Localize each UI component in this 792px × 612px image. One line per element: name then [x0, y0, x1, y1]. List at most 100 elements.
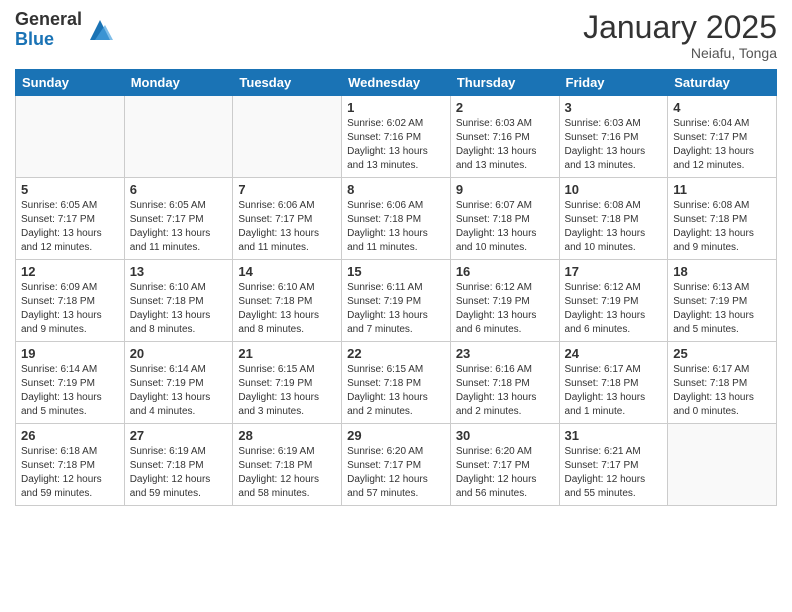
- day-info: Sunrise: 6:15 AM Sunset: 7:18 PM Dayligh…: [347, 363, 445, 419]
- day-number: 19: [21, 346, 119, 361]
- day-info: Sunrise: 6:17 AM Sunset: 7:18 PM Dayligh…: [565, 363, 663, 419]
- subtitle: Neiafu, Tonga: [583, 45, 777, 61]
- day-number: 30: [456, 428, 554, 443]
- calendar-week-3: 12 Sunrise: 6:09 AM Sunset: 7:18 PM Dayli…: [16, 260, 777, 342]
- calendar-cell: 31Sunrise: 6:21 AM Sunset: 7:17 PM Dayli…: [559, 424, 668, 506]
- calendar-cell: 26 Sunrise: 6:18 AM Sunset: 7:18 PM Dayli…: [16, 424, 125, 506]
- day-info: Sunrise: 6:04 AM Sunset: 7:17 PM Dayligh…: [673, 117, 771, 173]
- calendar-table: Sunday Monday Tuesday Wednesday Thursday…: [15, 69, 777, 506]
- day-number: 7: [238, 182, 336, 197]
- calendar-week-5: 26 Sunrise: 6:18 AM Sunset: 7:18 PM Dayli…: [16, 424, 777, 506]
- calendar-cell: 7Sunrise: 6:06 AM Sunset: 7:17 PM Daylig…: [233, 178, 342, 260]
- day-info: Sunrise: 6:06 AM Sunset: 7:18 PM Dayligh…: [347, 199, 445, 255]
- logo: General Blue: [15, 10, 115, 50]
- day-info: Sunrise: 6:12 AM Sunset: 7:19 PM Dayligh…: [565, 281, 663, 337]
- day-info: Sunrise: 6:14 AM Sunset: 7:19 PM Dayligh…: [21, 363, 119, 419]
- day-number: 14: [238, 264, 336, 279]
- col-sunday: Sunday: [16, 70, 125, 96]
- calendar-cell: 1 Sunrise: 6:02 AM Sunset: 7:16 PM Daylig…: [342, 96, 451, 178]
- day-number: 1: [347, 100, 445, 115]
- day-info: Sunrise: 6:03 AM Sunset: 7:16 PM Dayligh…: [456, 117, 554, 173]
- day-number: 20: [130, 346, 228, 361]
- calendar-cell: 28 Sunrise: 6:19 AM Sunset: 7:18 PM Dayli…: [233, 424, 342, 506]
- calendar-cell: 4Sunrise: 6:04 AM Sunset: 7:17 PM Daylig…: [668, 96, 777, 178]
- day-info: Sunrise: 6:05 AM Sunset: 7:17 PM Dayligh…: [21, 199, 119, 255]
- calendar-cell: 19 Sunrise: 6:14 AM Sunset: 7:19 PM Dayli…: [16, 342, 125, 424]
- calendar-cell: 3 Sunrise: 6:03 AM Sunset: 7:16 PM Daylig…: [559, 96, 668, 178]
- day-number: 26: [21, 428, 119, 443]
- calendar-header-row: Sunday Monday Tuesday Wednesday Thursday…: [16, 70, 777, 96]
- calendar-cell: 17 Sunrise: 6:12 AM Sunset: 7:19 PM Dayli…: [559, 260, 668, 342]
- calendar-cell: 5Sunrise: 6:05 AM Sunset: 7:17 PM Daylig…: [16, 178, 125, 260]
- day-number: 6: [130, 182, 228, 197]
- calendar-cell: [233, 96, 342, 178]
- calendar-cell: 12 Sunrise: 6:09 AM Sunset: 7:18 PM Dayli…: [16, 260, 125, 342]
- day-number: 9: [456, 182, 554, 197]
- calendar-cell: 8Sunrise: 6:06 AM Sunset: 7:18 PM Daylig…: [342, 178, 451, 260]
- day-info: Sunrise: 6:05 AM Sunset: 7:17 PM Dayligh…: [130, 199, 228, 255]
- day-number: 18: [673, 264, 771, 279]
- calendar-week-2: 5Sunrise: 6:05 AM Sunset: 7:17 PM Daylig…: [16, 178, 777, 260]
- day-number: 21: [238, 346, 336, 361]
- day-number: 15: [347, 264, 445, 279]
- calendar-week-1: 1 Sunrise: 6:02 AM Sunset: 7:16 PM Daylig…: [16, 96, 777, 178]
- day-info: Sunrise: 6:15 AM Sunset: 7:19 PM Dayligh…: [238, 363, 336, 419]
- calendar-cell: [16, 96, 125, 178]
- day-number: 3: [565, 100, 663, 115]
- calendar-cell: 11Sunrise: 6:08 AM Sunset: 7:18 PM Dayli…: [668, 178, 777, 260]
- calendar-cell: 13Sunrise: 6:10 AM Sunset: 7:18 PM Dayli…: [124, 260, 233, 342]
- col-tuesday: Tuesday: [233, 70, 342, 96]
- calendar-cell: 24Sunrise: 6:17 AM Sunset: 7:18 PM Dayli…: [559, 342, 668, 424]
- day-info: Sunrise: 6:08 AM Sunset: 7:18 PM Dayligh…: [565, 199, 663, 255]
- day-number: 31: [565, 428, 663, 443]
- page-container: General Blue January 2025 Neiafu, Tonga …: [0, 0, 792, 612]
- calendar-cell: 22 Sunrise: 6:15 AM Sunset: 7:18 PM Dayli…: [342, 342, 451, 424]
- calendar-cell: 23Sunrise: 6:16 AM Sunset: 7:18 PM Dayli…: [450, 342, 559, 424]
- day-info: Sunrise: 6:10 AM Sunset: 7:18 PM Dayligh…: [238, 281, 336, 337]
- month-title: January 2025: [583, 10, 777, 45]
- day-info: Sunrise: 6:12 AM Sunset: 7:19 PM Dayligh…: [456, 281, 554, 337]
- calendar-cell: 30Sunrise: 6:20 AM Sunset: 7:17 PM Dayli…: [450, 424, 559, 506]
- day-number: 16: [456, 264, 554, 279]
- col-friday: Friday: [559, 70, 668, 96]
- calendar-cell: 2 Sunrise: 6:03 AM Sunset: 7:16 PM Daylig…: [450, 96, 559, 178]
- day-number: 28: [238, 428, 336, 443]
- logo-text: General Blue: [15, 10, 82, 50]
- calendar-cell: 21 Sunrise: 6:15 AM Sunset: 7:19 PM Dayli…: [233, 342, 342, 424]
- day-info: Sunrise: 6:14 AM Sunset: 7:19 PM Dayligh…: [130, 363, 228, 419]
- calendar-cell: 14 Sunrise: 6:10 AM Sunset: 7:18 PM Dayli…: [233, 260, 342, 342]
- day-info: Sunrise: 6:19 AM Sunset: 7:18 PM Dayligh…: [238, 445, 336, 501]
- day-number: 29: [347, 428, 445, 443]
- calendar-cell: 10 Sunrise: 6:08 AM Sunset: 7:18 PM Dayli…: [559, 178, 668, 260]
- day-number: 23: [456, 346, 554, 361]
- calendar-cell: [668, 424, 777, 506]
- day-info: Sunrise: 6:13 AM Sunset: 7:19 PM Dayligh…: [673, 281, 771, 337]
- calendar-cell: 25 Sunrise: 6:17 AM Sunset: 7:18 PM Dayli…: [668, 342, 777, 424]
- day-info: Sunrise: 6:02 AM Sunset: 7:16 PM Dayligh…: [347, 117, 445, 173]
- calendar-cell: 9 Sunrise: 6:07 AM Sunset: 7:18 PM Daylig…: [450, 178, 559, 260]
- day-info: Sunrise: 6:09 AM Sunset: 7:18 PM Dayligh…: [21, 281, 119, 337]
- day-number: 2: [456, 100, 554, 115]
- day-number: 12: [21, 264, 119, 279]
- calendar-cell: 16 Sunrise: 6:12 AM Sunset: 7:19 PM Dayli…: [450, 260, 559, 342]
- day-info: Sunrise: 6:03 AM Sunset: 7:16 PM Dayligh…: [565, 117, 663, 173]
- calendar-cell: [124, 96, 233, 178]
- day-number: 10: [565, 182, 663, 197]
- day-info: Sunrise: 6:07 AM Sunset: 7:18 PM Dayligh…: [456, 199, 554, 255]
- calendar-cell: 6 Sunrise: 6:05 AM Sunset: 7:17 PM Daylig…: [124, 178, 233, 260]
- day-number: 25: [673, 346, 771, 361]
- col-thursday: Thursday: [450, 70, 559, 96]
- calendar-cell: 15 Sunrise: 6:11 AM Sunset: 7:19 PM Dayli…: [342, 260, 451, 342]
- day-info: Sunrise: 6:11 AM Sunset: 7:19 PM Dayligh…: [347, 281, 445, 337]
- day-number: 17: [565, 264, 663, 279]
- day-info: Sunrise: 6:20 AM Sunset: 7:17 PM Dayligh…: [347, 445, 445, 501]
- col-saturday: Saturday: [668, 70, 777, 96]
- calendar-cell: 18 Sunrise: 6:13 AM Sunset: 7:19 PM Dayli…: [668, 260, 777, 342]
- logo-blue: Blue: [15, 30, 82, 50]
- day-info: Sunrise: 6:18 AM Sunset: 7:18 PM Dayligh…: [21, 445, 119, 501]
- day-number: 22: [347, 346, 445, 361]
- day-number: 13: [130, 264, 228, 279]
- calendar-cell: 20 Sunrise: 6:14 AM Sunset: 7:19 PM Dayli…: [124, 342, 233, 424]
- calendar-cell: 27Sunrise: 6:19 AM Sunset: 7:18 PM Dayli…: [124, 424, 233, 506]
- day-info: Sunrise: 6:17 AM Sunset: 7:18 PM Dayligh…: [673, 363, 771, 419]
